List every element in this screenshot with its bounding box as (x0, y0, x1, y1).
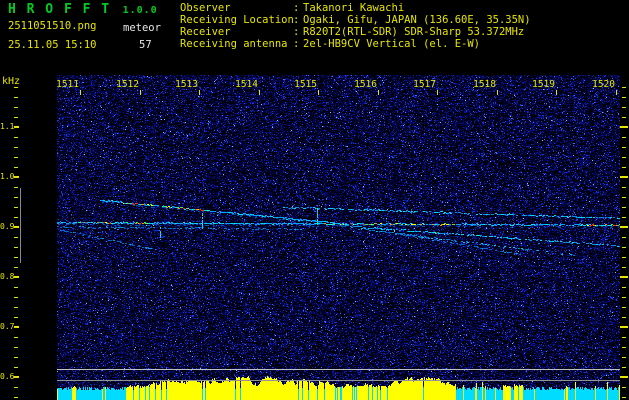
freq-minor-tick (14, 297, 18, 298)
freq-major-tick (14, 376, 19, 378)
detection-band-marker (20, 188, 21, 263)
freq-label: 0.7 (0, 322, 15, 331)
freq-minor-tick-right (622, 147, 626, 148)
freq-minor-tick (14, 97, 18, 98)
freq-minor-tick-right (622, 237, 626, 238)
info-value: R820T2(RTL-SDR) SDR-Sharp 53.372MHz (303, 25, 525, 38)
freq-minor-tick (14, 247, 18, 248)
freq-minor-tick (14, 337, 18, 338)
freq-minor-tick-right (622, 207, 626, 208)
freq-minor-tick-right (622, 97, 626, 98)
freq-minor-tick (14, 137, 18, 138)
freq-minor-tick-right (622, 367, 626, 368)
freq-major-tick-right (620, 126, 628, 128)
freq-minor-tick-right (622, 197, 626, 198)
freq-minor-tick (14, 237, 18, 238)
freq-minor-tick (14, 117, 18, 118)
info-separator: : (293, 37, 300, 50)
station-info-block: Observer: Takanori Kawachi Receiving Locat… (180, 2, 531, 51)
freq-minor-tick (14, 317, 18, 318)
freq-minor-tick (14, 197, 18, 198)
freq-major-tick (14, 226, 19, 228)
hrofft-output-image: H R O F F T 1.0.0 2511051510.png meteor … (0, 0, 629, 400)
station-info-row: Receiver: R820T2(RTL-SDR) SDR-Sharp 53.37… (180, 25, 531, 39)
freq-minor-tick (14, 107, 18, 108)
freq-label: 0.8 (0, 272, 15, 281)
freq-major-tick-right (620, 276, 628, 278)
mode-label: meteor (123, 22, 161, 34)
freq-minor-tick (14, 347, 18, 348)
app-version: 1.0.0 (122, 5, 158, 16)
freq-minor-tick (14, 147, 18, 148)
freq-minor-tick (14, 357, 18, 358)
freq-minor-tick (14, 397, 18, 398)
freq-major-tick-right (620, 176, 628, 178)
app-title: H R O F F T (8, 2, 111, 17)
freq-minor-tick (14, 367, 18, 368)
freq-minor-tick-right (622, 107, 626, 108)
echo-count: 57 (139, 39, 152, 51)
freq-minor-tick (14, 157, 18, 158)
spectrogram-canvas (57, 75, 620, 400)
freq-major-tick-right (620, 376, 628, 378)
info-separator: : (293, 25, 300, 38)
threshold-line-lower (57, 380, 620, 381)
freq-minor-tick (14, 167, 18, 168)
freq-minor-tick-right (622, 337, 626, 338)
info-label: Receiving antenna (180, 37, 288, 50)
freq-minor-tick-right (622, 387, 626, 388)
freq-label: 1.0 (0, 172, 15, 181)
freq-label: 1.1 (0, 122, 15, 131)
freq-minor-tick-right (622, 267, 626, 268)
freq-minor-tick-right (622, 247, 626, 248)
station-info-row: Receiving antenna:2el-HB9CV Vertical (el… (180, 37, 531, 51)
freq-axis-unit-label: kHz (2, 76, 21, 87)
freq-minor-tick-right (622, 347, 626, 348)
freq-minor-tick-right (622, 307, 626, 308)
freq-minor-tick-right (622, 357, 626, 358)
freq-major-tick-right (620, 226, 628, 228)
freq-minor-tick-right (622, 257, 626, 258)
freq-minor-tick-right (622, 317, 626, 318)
info-label: Receiver (180, 25, 231, 38)
freq-label: 0.9 (0, 222, 15, 231)
output-filename: 2511051510.png (8, 20, 97, 32)
freq-minor-tick-right (622, 157, 626, 158)
freq-minor-tick (14, 287, 18, 288)
freq-major-tick (14, 176, 19, 178)
freq-minor-tick (14, 307, 18, 308)
freq-minor-tick (14, 187, 18, 188)
freq-minor-tick (14, 257, 18, 258)
freq-major-tick (14, 276, 19, 278)
freq-minor-tick (14, 87, 18, 88)
freq-minor-tick-right (622, 397, 626, 398)
freq-minor-tick-right (622, 117, 626, 118)
observation-datetime: 25.11.05 15:10 (8, 39, 97, 51)
freq-minor-tick (14, 267, 18, 268)
freq-minor-tick-right (622, 87, 626, 88)
freq-minor-tick (14, 207, 18, 208)
threshold-line-upper (57, 369, 620, 370)
freq-minor-tick-right (622, 217, 626, 218)
info-value: 2el-HB9CV Vertical (el. E-W) (303, 37, 481, 50)
freq-minor-tick-right (622, 287, 626, 288)
freq-major-tick (14, 326, 19, 328)
freq-major-tick-right (620, 326, 628, 328)
freq-major-tick (14, 126, 19, 128)
freq-label: 0.6 (0, 372, 15, 381)
freq-minor-tick (14, 217, 18, 218)
app-title-row: H R O F F T 1.0.0 (8, 2, 158, 17)
freq-minor-tick-right (622, 137, 626, 138)
freq-minor-tick-right (622, 167, 626, 168)
freq-minor-tick-right (622, 297, 626, 298)
freq-minor-tick (14, 387, 18, 388)
freq-minor-tick-right (622, 187, 626, 188)
